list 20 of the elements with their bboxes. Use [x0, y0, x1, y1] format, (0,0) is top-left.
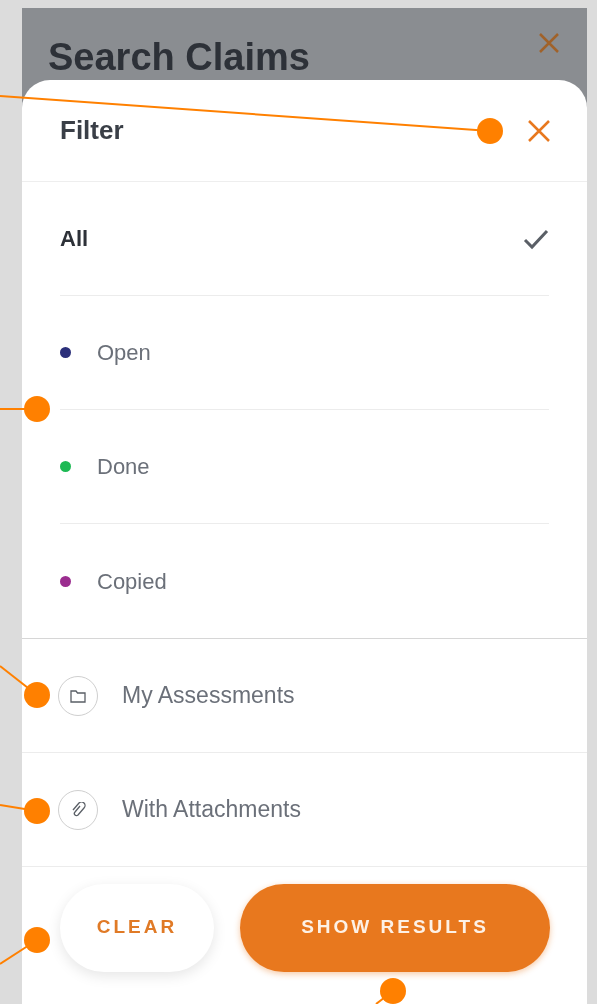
callout-marker — [0, 798, 50, 824]
sheet-title: Filter — [60, 114, 124, 147]
callout-marker — [0, 396, 50, 422]
option-label: Done — [97, 453, 150, 481]
folder-icon — [70, 688, 86, 703]
paperclip-icon — [70, 801, 86, 818]
option-label: Copied — [97, 567, 167, 596]
screen-title: Search Claims — [48, 36, 310, 78]
option-label: Open — [97, 339, 151, 367]
close-icon[interactable] — [527, 118, 551, 143]
check-icon — [523, 227, 549, 250]
callout-marker — [375, 978, 406, 1004]
clear-button[interactable]: CLEAR — [60, 883, 214, 972]
show-results-button[interactable]: SHOW RESULTS — [240, 883, 550, 972]
option-label: All — [60, 225, 89, 253]
option-label: With Attachments — [122, 795, 301, 825]
callout-marker — [0, 665, 50, 708]
callout-marker — [0, 927, 50, 965]
option-label: My Assessments — [122, 681, 295, 711]
close-icon[interactable] — [538, 32, 560, 54]
